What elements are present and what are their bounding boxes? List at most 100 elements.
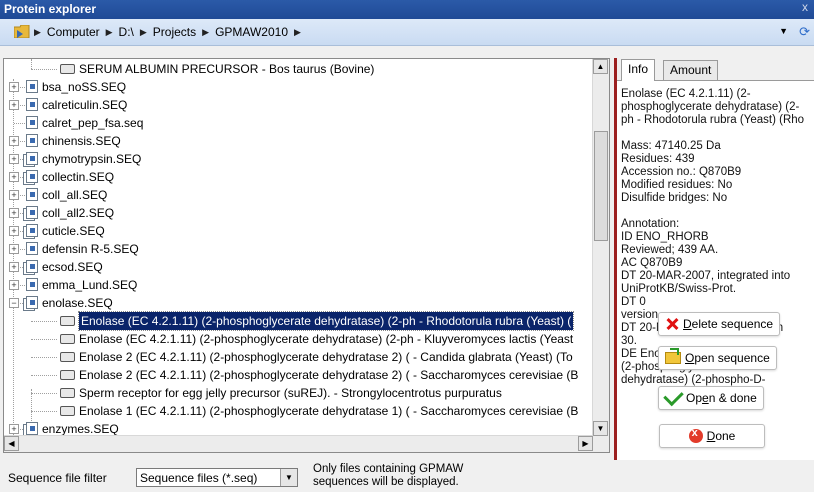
file-filter-select[interactable]: Sequence files (*.seq) ▼ (136, 468, 298, 487)
sequence-icon (60, 64, 75, 74)
tree-file-item[interactable]: + chymotrypsin.SEQ (4, 150, 594, 168)
annotation-line: DT 0 (621, 296, 646, 308)
panel-tabs: Info Amount (617, 58, 814, 81)
disulfide-value: Disulfide bridges: No (621, 192, 728, 204)
delete-sequence-label: Delete sequence (683, 317, 774, 331)
file-label: chinensis.SEQ (42, 134, 121, 148)
chevron-right-icon[interactable]: ▶ (140, 27, 147, 38)
chevron-down-icon[interactable]: ▼ (280, 469, 297, 486)
sequence-icon (60, 388, 75, 398)
address-dropdown-icon[interactable]: ▼ (779, 26, 788, 36)
breadcrumb-projects[interactable]: Projects (153, 25, 196, 39)
scroll-left-icon[interactable]: ◀ (4, 436, 19, 451)
checkmark-icon (663, 385, 684, 407)
tree-sequence-item[interactable]: Enolase 2 (EC 4.2.1.11) (2-phosphoglycer… (4, 348, 594, 366)
window-title: Protein explorer (4, 2, 97, 16)
file-label: chymotrypsin.SEQ (42, 152, 142, 166)
tree-file-item[interactable]: + collectin.SEQ (4, 168, 594, 186)
scroll-down-icon[interactable]: ▼ (593, 421, 608, 436)
tree-file-item[interactable]: + chinensis.SEQ (4, 132, 594, 150)
annotation-line: Reviewed; 439 AA. (621, 244, 719, 256)
chevron-right-icon[interactable]: ▶ (34, 27, 41, 38)
sequence-description: Enolase (EC 4.2.1.11) (2-phosphoglycerat… (621, 88, 805, 126)
sequence-icon (60, 406, 75, 416)
residues-value: Residues: 439 (621, 153, 695, 165)
sequence-icon (60, 352, 75, 362)
multi-seq-file-icon (26, 170, 38, 183)
sequence-label: Enolase (EC 4.2.1.11) (2-phosphoglycerat… (79, 332, 574, 346)
done-button[interactable]: Done (659, 424, 765, 448)
tree-file-item[interactable]: + coll_all2.SEQ (4, 204, 594, 222)
chevron-right-icon[interactable]: ▶ (294, 27, 301, 38)
annotation-line: DT 20-MAR-2007, integrated into (621, 270, 791, 282)
annotation-label: Annotation: (621, 218, 680, 230)
tree-sequence-item[interactable]: SERUM ALBUMIN PRECURSOR - Bos taurus (Bo… (4, 60, 594, 78)
vertical-scrollbar[interactable]: ▲ ▼ (592, 59, 609, 436)
tree-sequence-item[interactable]: Enolase 2 (EC 4.2.1.11) (2-phosphoglycer… (4, 366, 594, 384)
tree-file-item[interactable]: calret_pep_fsa.seq (4, 114, 594, 132)
tree-file-item[interactable]: + coll_all.SEQ (4, 186, 594, 204)
close-icon[interactable]: x (798, 0, 812, 16)
chevron-right-icon[interactable]: ▶ (106, 27, 113, 38)
tree-sequence-item[interactable]: Enolase 1 (EC 4.2.1.11) (2-phosphoglycer… (4, 402, 594, 420)
tree-file-item[interactable]: + ecsod.SEQ (4, 258, 594, 276)
sequence-label: Enolase 2 (EC 4.2.1.11) (2-phosphoglycer… (79, 350, 573, 364)
open-and-done-button[interactable]: Open & done (658, 385, 764, 410)
horizontal-scrollbar[interactable]: ◀ ▶ (4, 435, 593, 452)
file-filter-value: Sequence files (*.seq) (140, 471, 258, 485)
breadcrumb-computer[interactable]: Computer (47, 25, 100, 39)
breadcrumb-gpmaw[interactable]: GPMAW2010 (215, 25, 288, 39)
file-label: emma_Lund.SEQ (42, 278, 138, 292)
tree-sequence-item[interactable]: Sperm receptor for egg jelly precursor (… (4, 384, 594, 402)
seq-file-icon (26, 98, 38, 111)
tree-file-item-expanded[interactable]: − enolase.SEQ (4, 294, 594, 312)
chevron-right-icon[interactable]: ▶ (202, 27, 209, 38)
annotation-line: AC Q870B9 (621, 257, 683, 269)
sequence-info: Enolase (EC 4.2.1.11) (2-phosphoglycerat… (621, 88, 811, 387)
multi-seq-file-icon (26, 422, 38, 435)
tree-file-item[interactable]: + calreticulin.SEQ (4, 96, 594, 114)
tree-file-item[interactable]: + bsa_noSS.SEQ (4, 78, 594, 96)
sequence-label: Enolase 2 (EC 4.2.1.11) (2-phosphoglycer… (79, 368, 579, 382)
multi-seq-file-icon (26, 224, 38, 237)
breadcrumb-drive[interactable]: D:\ (119, 25, 134, 39)
tree-sequence-item[interactable]: Enolase (EC 4.2.1.11) (2-phosphoglycerat… (4, 330, 594, 348)
open-sequence-label: Open sequence (685, 351, 770, 365)
seq-file-icon (26, 242, 38, 255)
sequence-label: SERUM ALBUMIN PRECURSOR - Bos taurus (Bo… (79, 62, 375, 76)
annotation-line: ID ENO_RHORB (621, 231, 709, 243)
tab-amount[interactable]: Amount (663, 60, 719, 80)
refresh-icon[interactable]: ⟳ (799, 24, 810, 40)
seq-file-icon (26, 278, 38, 291)
tree-file-item[interactable]: + cuticle.SEQ (4, 222, 594, 240)
scroll-up-icon[interactable]: ▲ (593, 59, 608, 74)
done-label: Done (706, 429, 736, 443)
file-tree[interactable]: SERUM ALBUMIN PRECURSOR - Bos taurus (Bo… (3, 58, 610, 453)
annotation-line: UniProtKB/Swiss-Prot. (621, 283, 737, 295)
seq-file-icon (26, 80, 38, 93)
sequence-icon (60, 334, 75, 344)
mass-value: Mass: 47140.25 Da (621, 140, 721, 152)
sequence-icon (60, 316, 75, 326)
multi-seq-file-icon (26, 152, 38, 165)
file-label: enolase.SEQ (42, 296, 113, 310)
details-panel: Info Amount Enolase (EC 4.2.1.11) (2-pho… (614, 58, 814, 464)
tab-info[interactable]: Info (621, 59, 656, 81)
tree-sequence-item-selected[interactable]: Enolase (EC 4.2.1.11) (2-phosphoglycerat… (4, 311, 594, 331)
tree-file-item[interactable]: + emma_Lund.SEQ (4, 276, 594, 294)
file-label: coll_all2.SEQ (42, 206, 115, 220)
breadcrumb: ▶ Computer ▶ D:\ ▶ Projects ▶ GPMAW2010 … (34, 25, 301, 39)
open-sequence-button[interactable]: Open sequence (658, 346, 777, 370)
accession-value: Accession no.: Q870B9 (621, 166, 742, 178)
open-and-done-label: Open & done (686, 391, 757, 405)
tree-file-item[interactable]: + defensin R-5.SEQ (4, 240, 594, 258)
file-label: defensin R-5.SEQ (42, 242, 139, 256)
sequence-label: Sperm receptor for egg jelly precursor (… (79, 386, 502, 400)
file-label: calret_pep_fsa.seq (42, 116, 144, 130)
scroll-thumb[interactable] (594, 131, 608, 241)
seq-file-icon (26, 188, 38, 201)
delete-sequence-button[interactable]: Delete sequence (658, 312, 781, 336)
scroll-right-icon[interactable]: ▶ (578, 436, 593, 451)
sequence-icon (60, 370, 75, 380)
sequence-label: Enolase (EC 4.2.1.11) (2-phosphoglycerat… (77, 311, 575, 331)
